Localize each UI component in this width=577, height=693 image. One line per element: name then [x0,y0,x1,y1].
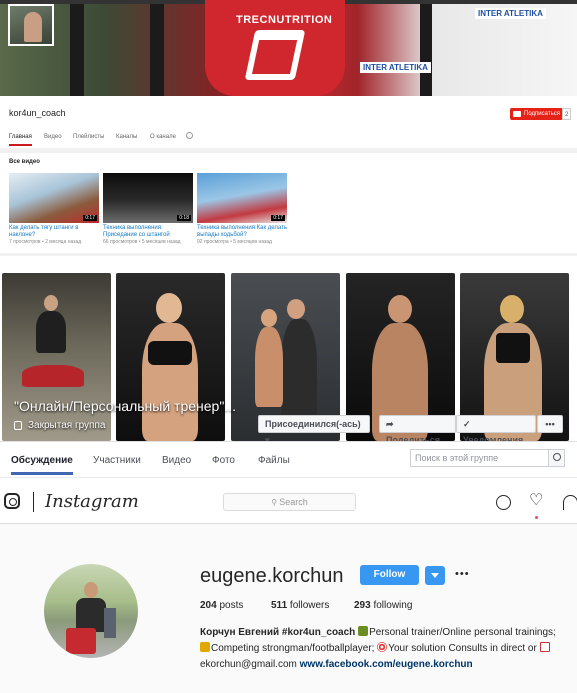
camera-icon[interactable] [4,493,20,509]
posts-count: 204 posts [200,600,244,611]
subscribe-button[interactable]: Подписаться [510,108,563,120]
check-icon: ✓ [463,419,471,429]
suggestions-dropdown-button[interactable] [425,566,445,585]
profile-username: eugene.korchun [200,565,344,587]
video-duration: 0:18 [177,215,191,221]
tab-members[interactable]: Участники [93,455,141,466]
search-icon[interactable] [548,449,565,467]
group-search-input[interactable]: Поиск в этой группе [410,449,565,467]
shirt-brand-text: TRECNUTRITION [236,14,333,26]
video-title[interactable]: Как делать тягу штанги в наклоне? [9,225,101,239]
profile-avatar[interactable] [44,564,138,658]
sponsor-logo: INTER ATLETIKA [360,62,431,73]
search-input[interactable]: ⚲ Search [223,493,356,511]
follow-button[interactable]: Follow [360,565,419,585]
bio-link[interactable]: www.facebook.com/eugene.korchun [300,659,473,670]
more-options-button[interactable]: ••• [455,568,470,580]
tab-files[interactable]: Файлы [258,455,290,466]
profile-bio: Корчун Евгений #kor4un_coach Personal tr… [200,625,575,673]
tab-videos[interactable]: Видео [44,134,62,140]
bio-name: Корчун Евгений #kor4un_coach [200,627,356,638]
bio-line: Your solution Consults in direct or [388,643,537,654]
compass-icon[interactable] [496,495,511,510]
videos-section: Все видео 0:17 Как делать тягу штанги в … [0,153,577,253]
instagram-topbar: Instagram ⚲ Search ♡ [0,486,577,524]
heart-icon[interactable]: ♡ [529,493,543,509]
flexed-biceps-emoji-icon [358,626,369,636]
video-meta: 66 просмотров • 5 месяцев назад [103,239,181,245]
search-icon[interactable] [186,132,193,139]
notifications-button[interactable]: ✓ Уведомления [456,415,536,445]
video-title[interactable]: Техника выполнения:Как делать выпады ход… [197,225,289,239]
profile-icon[interactable] [563,495,577,510]
video-thumbnail[interactable]: 0:17 [9,173,99,223]
video-duration: 0:17 [83,215,97,221]
instagram-logo[interactable]: Instagram [45,491,139,512]
bio-line: Competing strongman/footballplayer; [211,643,375,654]
tab-channels[interactable]: Каналы [116,134,137,140]
tab-videos[interactable]: Видео [162,455,191,466]
following-count[interactable]: 293 following [354,600,412,611]
joined-button[interactable]: Присоединился(-ась) ▾ [258,415,370,445]
more-button[interactable]: ••• [537,415,563,433]
section-title[interactable]: Все видео [9,159,40,165]
tab-home[interactable]: Главная [9,134,32,146]
target-emoji-icon [377,642,388,652]
cover-photo [2,273,111,441]
youtube-play-icon [513,111,521,117]
share-icon: ➦ [386,419,394,429]
share-button[interactable]: ➦ Поделиться [379,415,456,445]
notification-dot [535,516,538,519]
channel-header: kor4un_coach [0,96,577,148]
trophy-emoji-icon [200,642,210,652]
envelope-emoji-icon [539,642,550,652]
group-title[interactable]: "Онлайн/Персональный тренер"... [14,398,236,414]
video-title[interactable]: Техника выполнения: Приседание со штанго… [103,225,195,239]
video-thumbnail[interactable]: 0:18 [103,173,193,223]
video-meta: 7 просмотров • 2 месяца назад [9,239,82,245]
divider [33,492,34,512]
tab-photos[interactable]: Фото [212,455,235,466]
video-thumbnail[interactable]: 0:17 [197,173,287,223]
youtube-channel-screenshot: TRECNUTRITION INTER ATLETIKA INTER ATLET… [0,0,577,256]
subscriber-count: 2 [562,108,572,120]
tab-about[interactable]: О канале [150,134,176,140]
channel-avatar[interactable] [8,4,54,46]
trec-logo [244,30,306,80]
video-duration: 0:17 [271,215,285,221]
channel-banner: TRECNUTRITION INTER ATLETIKA INTER ATLET… [0,0,577,96]
tab-playlists[interactable]: Плейлисты [73,134,104,140]
bio-line: Personal trainer/Online personal trainin… [369,627,556,638]
channel-name[interactable]: kor4un_coach [9,108,66,118]
group-privacy: Закрытая группа [28,420,106,431]
sponsor-logo: INTER ATLETIKA [475,8,546,19]
tab-discussion[interactable]: Обсуждение [11,455,73,475]
video-meta: 92 просмотра • 5 месяцев назад [197,239,272,245]
followers-count[interactable]: 511 followers [271,600,329,611]
cover-photo [116,273,225,441]
lock-icon [14,421,22,430]
bio-email: ekorchun@gmail.com [200,659,297,670]
